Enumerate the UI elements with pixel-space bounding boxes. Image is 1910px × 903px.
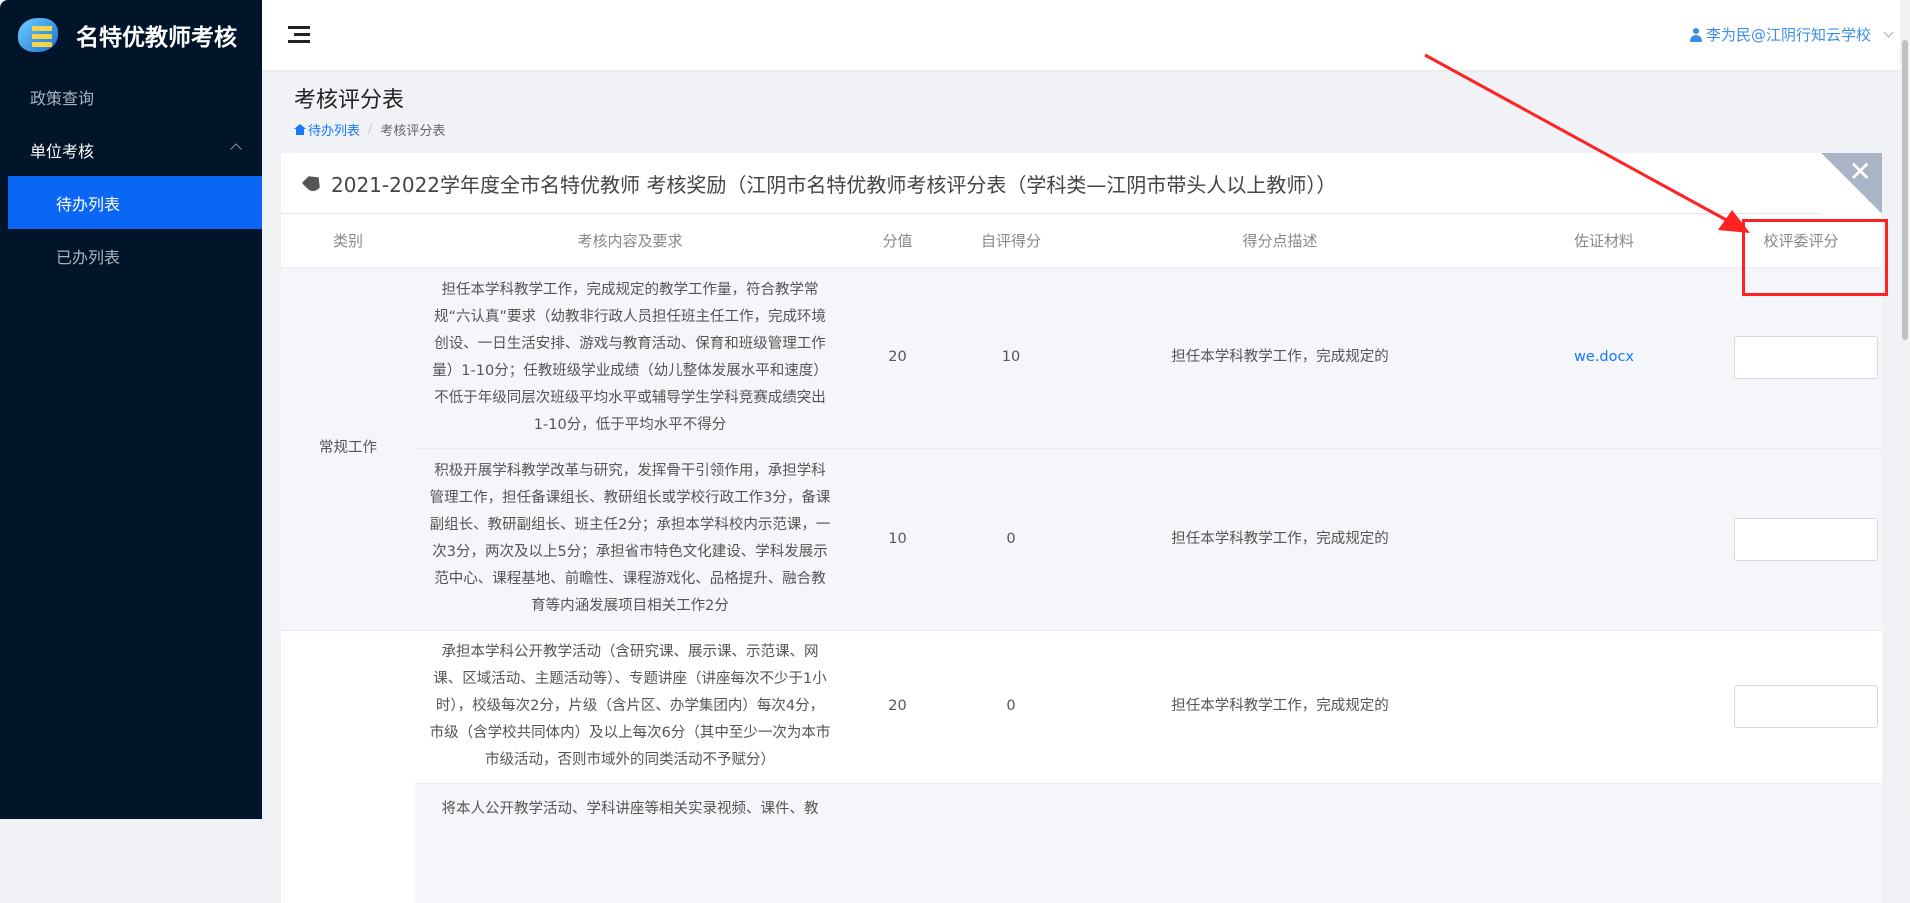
description-cell: 担任本学科教学工作，完成规定的 <box>1072 266 1488 448</box>
content-cell: 积极开展学科教学改革与研究，发挥骨干引领作用，承担学科管理工作，担任备课组长、教… <box>415 447 845 630</box>
evidence-cell <box>1488 447 1720 630</box>
category-cell <box>281 629 415 903</box>
table-row: 承担本学科公开教学活动（含研究课、展示课、示范课、网课、区域活动、主题活动等）、… <box>281 629 1882 903</box>
sidebar-item-label: 单位考核 <box>30 141 95 161</box>
self-score-cell: 0 <box>950 629 1072 783</box>
score-table: 类别 考核内容及要求 分值 自评得分 得分点描述 佐证材料 校评委评分 常规工作… <box>281 214 1882 903</box>
sidebar-item-unit-assessment[interactable]: 单位考核 <box>0 123 262 176</box>
app-logo: 名特优教师考核 <box>0 0 262 70</box>
table-row: 将本人公开教学活动、学科讲座等相关实录视频、课件、教 <box>281 782 1882 903</box>
user-menu[interactable]: 李为民@江阴行知云学校 <box>1689 24 1900 45</box>
user-name: 李为民@江阴行知云学校 <box>1705 26 1871 44</box>
description-cell: 担任本学科教学工作，完成规定的 <box>1072 629 1488 783</box>
assessment-card: 2021-2022学年度全市名特优教师 考核奖励（江阴市名特优教师考核评分表（学… <box>281 153 1882 903</box>
score-cell: 10 <box>845 447 950 630</box>
review-score-input[interactable] <box>1734 685 1878 728</box>
breadcrumb-label: 待办列表 <box>308 124 361 139</box>
evidence-cell <box>1488 782 1720 903</box>
breadcrumb-todo-link[interactable]: 待办列表 <box>294 120 360 139</box>
header-description: 得分点描述 <box>1072 214 1488 268</box>
evidence-cell <box>1488 629 1720 783</box>
review-cell <box>1720 447 1882 630</box>
topbar: 李为民@江阴行知云学校 <box>262 0 1900 70</box>
evidence-link[interactable]: we.docx <box>1574 349 1634 365</box>
evidence-cell: we.docx <box>1488 266 1720 448</box>
description-cell: 担任本学科教学工作，完成规定的 <box>1072 447 1488 630</box>
close-button[interactable]: ✕ <box>1821 153 1882 214</box>
score-cell: 20 <box>845 629 950 783</box>
page-scrollbar[interactable] <box>1900 0 1910 819</box>
breadcrumb: 待办列表 / 考核评分表 <box>294 120 445 139</box>
review-score-input[interactable] <box>1734 336 1878 379</box>
scrollbar-thumb[interactable] <box>1902 40 1908 340</box>
table-row: 常规工作 担任本学科教学工作，完成规定的教学工作量，符合教学常规“六认真”要求（… <box>281 266 1882 630</box>
tag-icon <box>302 172 325 195</box>
category-cell: 常规工作 <box>281 266 415 630</box>
card-title: 2021-2022学年度全市名特优教师 考核奖励（江阴市名特优教师考核评分表（学… <box>281 153 1882 214</box>
header-content: 考核内容及要求 <box>415 214 845 268</box>
self-score-cell: 0 <box>950 447 1072 630</box>
user-icon <box>1689 27 1702 42</box>
review-cell <box>1720 782 1882 903</box>
sidebar: 名特优教师考核 政策查询 单位考核 待办列表 已办列表 <box>0 0 262 819</box>
breadcrumb-separator: / <box>368 122 373 137</box>
close-icon: ✕ <box>1848 155 1872 188</box>
self-score-cell <box>950 782 1072 903</box>
description-cell <box>1072 782 1488 903</box>
breadcrumb-current: 考核评分表 <box>380 124 446 139</box>
home-icon <box>294 124 306 135</box>
menu-toggle-icon[interactable] <box>288 26 310 44</box>
logo-icon <box>18 18 58 52</box>
header-evidence: 佐证材料 <box>1488 214 1720 268</box>
content-cell: 承担本学科公开教学活动（含研究课、展示课、示范课、网课、区域活动、主题活动等）、… <box>415 629 845 783</box>
page-title: 考核评分表 <box>294 88 405 113</box>
annotation-highlight-box <box>1742 219 1888 296</box>
app-title: 名特优教师考核 <box>76 25 237 51</box>
self-score-cell: 10 <box>950 266 1072 448</box>
score-cell: 20 <box>845 266 950 448</box>
header-self-score: 自评得分 <box>950 214 1072 268</box>
chevron-up-icon <box>230 143 242 155</box>
content-cell: 担任本学科教学工作，完成规定的教学工作量，符合教学常规“六认真”要求（幼教非行政… <box>415 266 845 448</box>
sidebar-item-policy[interactable]: 政策查询 <box>0 70 262 123</box>
review-cell <box>1720 629 1882 783</box>
chevron-down-icon <box>1883 27 1894 38</box>
sidebar-item-todo[interactable]: 待办列表 <box>8 176 262 229</box>
header-score: 分值 <box>845 214 950 268</box>
card-title-text: 2021-2022学年度全市名特优教师 考核奖励（江阴市名特优教师考核评分表（学… <box>331 172 1337 197</box>
table-row: 积极开展学科教学改革与研究，发挥骨干引领作用，承担学科管理工作，担任备课组长、教… <box>281 447 1882 630</box>
content-cell: 将本人公开教学活动、学科讲座等相关实录视频、课件、教 <box>415 782 845 903</box>
review-score-input[interactable] <box>1734 517 1878 561</box>
score-cell <box>845 782 950 903</box>
sidebar-item-done[interactable]: 已办列表 <box>0 229 262 282</box>
header-category: 类别 <box>281 214 415 268</box>
